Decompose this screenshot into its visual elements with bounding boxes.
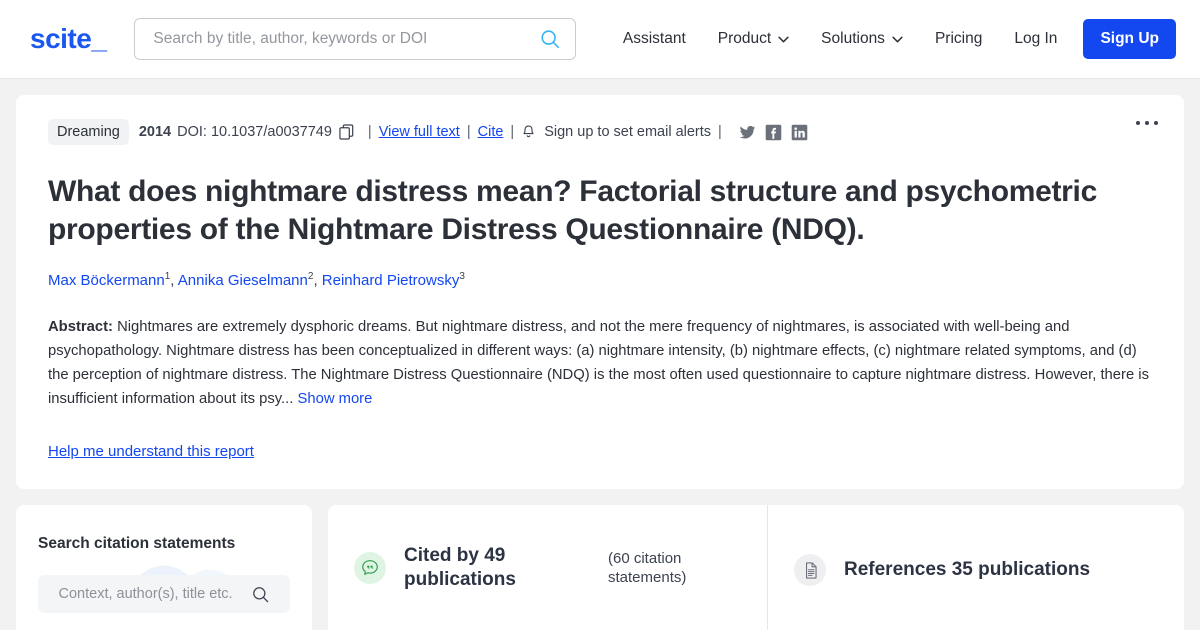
document-icon [794,554,826,587]
linkedin-icon[interactable] [791,124,808,141]
abstract-label: Abstract: [48,318,113,335]
nav-label: Solutions [821,30,885,47]
facebook-icon[interactable] [765,124,782,141]
author-link[interactable]: Annika Gieselmann [178,272,308,289]
author-list: Max Böckermann1, Annika Gieselmann2, Rei… [48,270,465,289]
citation-search-input[interactable] [58,586,249,603]
tab-references[interactable]: References 35 publications [768,505,1116,630]
quote-bubble-icon [354,552,386,585]
abstract-text: Abstract: Nightmares are extremely dysph… [48,316,1152,412]
nav-label: Product [717,30,772,47]
citation-search-field[interactable] [38,575,290,614]
nav-item-pricing[interactable]: Pricing [919,22,998,56]
cite-link[interactable]: Cite [478,124,504,140]
nav-label: Log In [1014,30,1058,47]
nav-item-login[interactable]: Log In [998,22,1073,56]
nav-item-assistant[interactable]: Assistant [607,22,702,56]
help-understand-report-link[interactable]: Help me understand this report [48,443,254,460]
dot [1145,121,1149,125]
dot [1136,121,1140,125]
site-header: scite_ Assistant Product Solutions Prici… [0,0,1200,79]
author-link[interactable]: Reinhard Pietrowsky [322,272,460,289]
tab-cited-by[interactable]: Cited by 49 publications (60 citation st… [328,505,768,630]
separator: | [466,124,471,140]
chevron-down-icon [892,36,903,42]
bell-icon[interactable] [521,124,536,141]
main-nav: Assistant Product Solutions Pricing Log … [607,19,1176,59]
logo-text: scite_ [30,23,107,54]
page-body: Dreaming 2014 DOI: 10.1037/a0037749 | Vi… [0,79,1200,490]
show-more-link[interactable]: Show more [298,391,373,407]
abstract-body: Nightmares are extremely dysphoric dream… [48,318,1149,407]
view-full-text-link[interactable]: View full text [379,124,460,140]
email-alerts-label[interactable]: Sign up to set email alerts [544,124,711,140]
copy-icon[interactable] [339,124,354,140]
tab-sublabel: (60 citation statements) [608,550,687,587]
nav-item-solutions[interactable]: Solutions [805,22,919,56]
publication-year: 2014 [138,124,172,140]
chevron-down-icon [778,36,789,42]
page-title: What does nightmare distress mean? Facto… [48,175,1097,246]
separator: | [367,124,372,140]
tab-label: References 35 publications [844,559,1091,581]
scite-logo[interactable]: scite_ [30,23,107,55]
sidebar-title: Search citation statements [38,535,236,553]
paper-card: Dreaming 2014 DOI: 10.1037/a0037749 | Vi… [16,95,1184,490]
search-icon[interactable] [539,28,561,50]
results-tabs: Cited by 49 publications (60 citation st… [328,505,1184,630]
paper-meta-row: Dreaming 2014 DOI: 10.1037/a0037749 | Vi… [48,119,1152,145]
lower-section: Search citation statements Cited by 49 p… [0,489,1200,630]
author-link[interactable]: Max Böckermann [48,272,165,289]
separator: | [510,124,515,140]
search-icon[interactable] [251,585,270,604]
tab-label: Cited by 49 publications [404,545,516,591]
journal-badge[interactable]: Dreaming [48,119,129,145]
dot [1154,121,1158,125]
more-options-icon[interactable] [1136,121,1158,125]
sign-up-button[interactable]: Sign Up [1083,19,1176,59]
nav-label: Pricing [934,30,983,47]
doi-text: DOI: 10.1037/a0037749 [177,124,332,140]
social-share-group [739,124,808,141]
citation-search-sidebar: Search citation statements [16,505,312,630]
separator: | [718,124,722,140]
search-input[interactable] [153,30,540,48]
nav-item-product[interactable]: Product [702,22,805,56]
nav-label: Assistant [622,30,686,47]
global-search[interactable] [134,18,577,60]
twitter-icon[interactable] [739,124,756,141]
author-affiliation-marker: 3 [459,270,465,282]
